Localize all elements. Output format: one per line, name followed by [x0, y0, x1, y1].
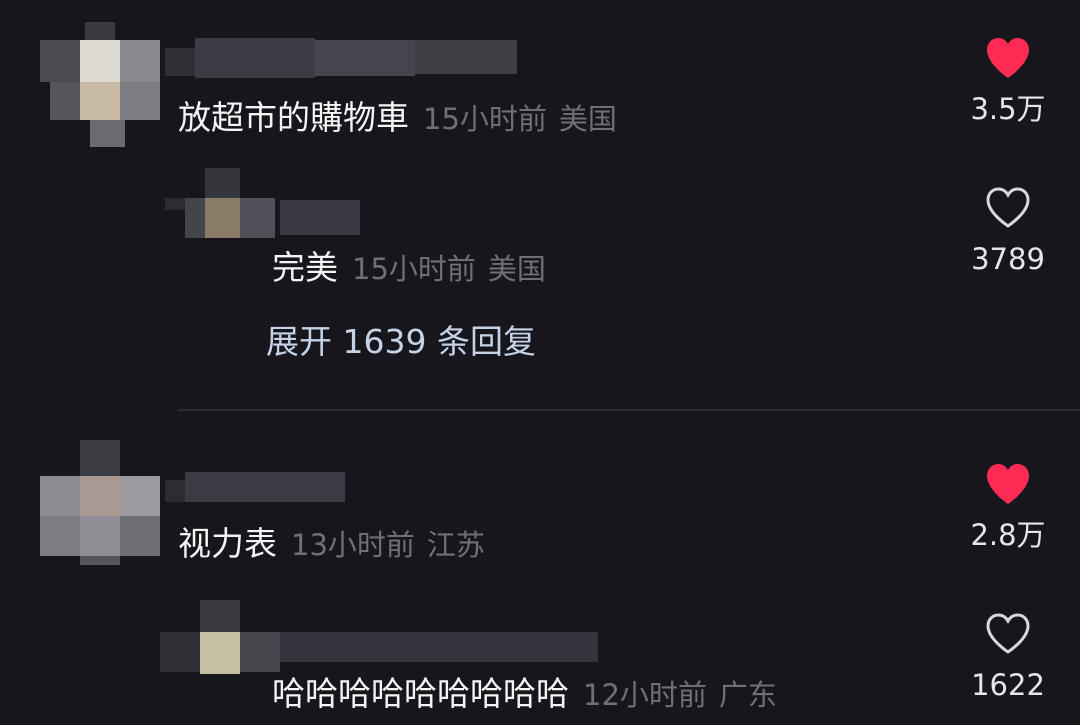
username[interactable] [165, 472, 345, 504]
like-button[interactable]: 3.5万 [948, 36, 1068, 126]
expand-replies-link[interactable]: 展开 1639 条回复 [266, 322, 536, 362]
comment-text: 视力表 [178, 524, 277, 563]
like-button[interactable]: 2.8万 [948, 462, 1068, 552]
reply-content: 哈哈哈哈哈哈哈哈哈 12小时前 广东 [272, 674, 777, 715]
heart-outline-icon [986, 187, 1030, 228]
like-count: 3.5万 [970, 92, 1046, 126]
reply-text: 哈哈哈哈哈哈哈哈哈 [272, 674, 569, 713]
reply-username[interactable] [280, 632, 598, 664]
reply-text: 完美 [272, 248, 338, 287]
reply-meta: 15小时前 美国 [352, 252, 546, 286]
comment-time: 13小时前 [291, 528, 415, 562]
reply-time: 12小时前 [583, 678, 707, 712]
reply-like-button[interactable]: 3789 [948, 186, 1068, 276]
reply-time: 15小时前 [352, 252, 476, 286]
reply-location: 美国 [487, 252, 546, 286]
comment-location: 美国 [558, 102, 617, 136]
reply-username[interactable] [280, 200, 360, 235]
comment-meta: 13小时前 江苏 [291, 528, 485, 562]
reply-like-count: 1622 [971, 668, 1045, 702]
reply-like-button[interactable]: 1622 [948, 612, 1068, 702]
heart-outline-icon [986, 613, 1030, 654]
comment-content: 视力表 13小时前 江苏 [178, 524, 485, 565]
reply-avatar[interactable] [160, 600, 280, 680]
avatar[interactable] [40, 440, 160, 565]
comment-content: 放超市的購物車 15小时前 美国 [178, 98, 617, 139]
like-count: 2.8万 [970, 518, 1046, 552]
heart-filled-icon [987, 38, 1029, 78]
reply-location: 广东 [718, 678, 777, 712]
avatar[interactable] [40, 22, 160, 147]
comment-text: 放超市的購物車 [178, 98, 409, 137]
comment-divider [178, 409, 1080, 411]
reply-content: 完美 15小时前 美国 [272, 248, 546, 289]
comment-time: 15小时前 [423, 102, 547, 136]
reply-like-count: 3789 [971, 242, 1045, 276]
reply-avatar[interactable] [165, 168, 275, 243]
reply-meta: 12小时前 广东 [583, 678, 777, 712]
comment-location: 江苏 [426, 528, 485, 562]
comment-meta: 15小时前 美国 [423, 102, 617, 136]
heart-filled-icon [987, 464, 1029, 504]
username[interactable] [165, 38, 517, 78]
